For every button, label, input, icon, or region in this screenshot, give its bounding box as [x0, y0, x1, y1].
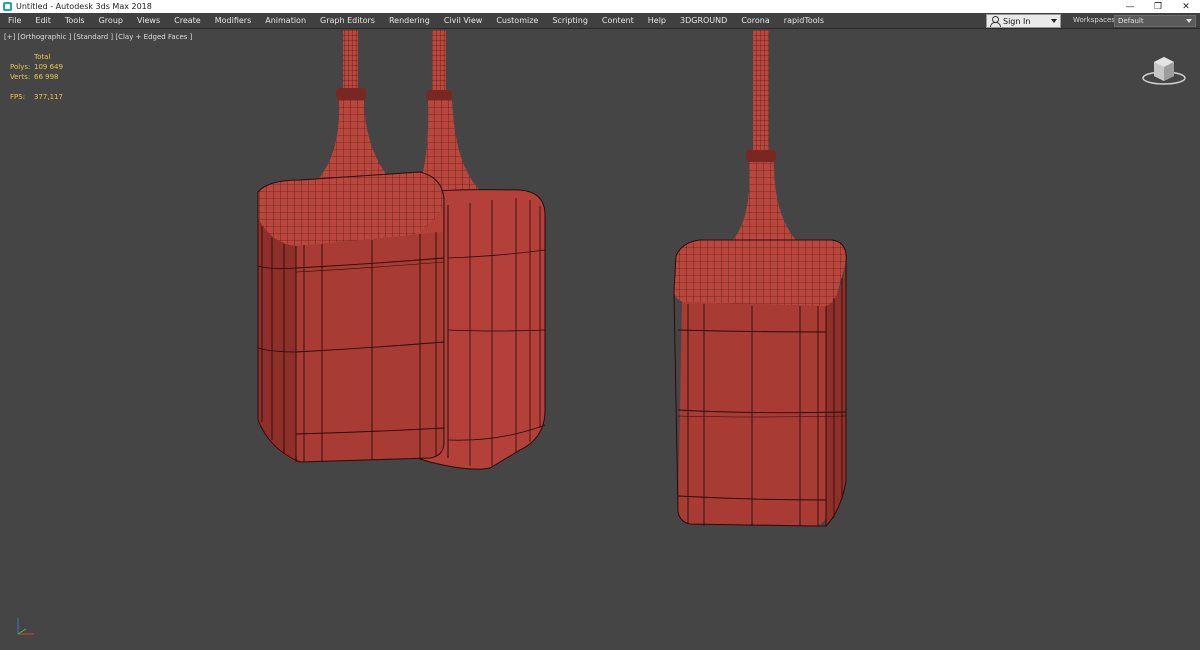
app-3dsmax-icon: [3, 2, 12, 11]
title-bar: Untitled - Autodesk 3ds Max 2018 — ❐ ✕: [0, 0, 1200, 13]
fps-value: 377,117: [34, 93, 63, 101]
polys-value: 109 649: [34, 63, 63, 71]
stats-header: Total: [34, 53, 51, 61]
menu-help[interactable]: Help: [641, 13, 673, 29]
viewport-statistics: Total Polys: 109 649 Verts: 66 998 FPS: …: [10, 52, 63, 102]
menu-graph-editors[interactable]: Graph Editors: [313, 13, 382, 29]
sign-in-dropdown[interactable]: Sign In: [986, 14, 1061, 28]
window-controls: — ❐ ✕: [1116, 0, 1200, 13]
restore-button[interactable]: ❐: [1144, 0, 1172, 13]
menu-customize[interactable]: Customize: [489, 13, 545, 29]
menu-views[interactable]: Views: [130, 13, 167, 29]
menu-rendering[interactable]: Rendering: [382, 13, 437, 29]
chevron-down-icon: [1051, 19, 1057, 23]
workspaces-select[interactable]: Default: [1114, 15, 1196, 27]
user-icon: [990, 16, 1001, 27]
menu-modifiers[interactable]: Modifiers: [208, 13, 259, 29]
menu-rapidtools[interactable]: rapidTools: [777, 13, 831, 29]
lamp-object-right[interactable]: [673, 30, 847, 527]
perspective-viewport[interactable]: [+] [Orthographic ] [Standard ] [Clay + …: [0, 30, 1200, 650]
polys-label: Polys:: [10, 63, 31, 71]
viewcube-icon[interactable]: [1140, 52, 1188, 88]
verts-label: Verts:: [10, 73, 31, 81]
lamp-object-front-left[interactable]: [257, 30, 445, 463]
sign-in-label: Sign In: [1003, 16, 1031, 26]
menu-civil-view[interactable]: Civil View: [437, 13, 490, 29]
menu-animation[interactable]: Animation: [258, 13, 313, 29]
menu-tools[interactable]: Tools: [58, 13, 92, 29]
workspaces-label: Workspaces:: [1073, 16, 1118, 24]
menu-group[interactable]: Group: [92, 13, 130, 29]
scene-render[interactable]: [0, 30, 1200, 650]
verts-value: 66 998: [34, 73, 59, 81]
menu-content[interactable]: Content: [595, 13, 641, 29]
axis-tripod-icon: [17, 618, 34, 635]
menu-file[interactable]: File: [0, 13, 28, 29]
menu-3dground[interactable]: 3DGROUND: [673, 13, 734, 29]
close-button[interactable]: ✕: [1172, 0, 1200, 13]
minimize-button[interactable]: —: [1116, 0, 1144, 13]
viewport-label-menu[interactable]: [+] [Orthographic ] [Standard ] [Clay + …: [4, 33, 192, 41]
menu-scripting[interactable]: Scripting: [545, 13, 595, 29]
chevron-down-icon: [1186, 19, 1192, 23]
menu-bar: File Edit Tools Group Views Create Modif…: [0, 13, 1200, 29]
fps-label: FPS:: [10, 93, 26, 101]
menu-edit[interactable]: Edit: [28, 13, 58, 29]
window-title: Untitled - Autodesk 3ds Max 2018: [16, 2, 152, 11]
workspaces-value: Default: [1118, 17, 1144, 25]
menu-create[interactable]: Create: [167, 13, 208, 29]
menu-corona[interactable]: Corona: [734, 13, 776, 29]
